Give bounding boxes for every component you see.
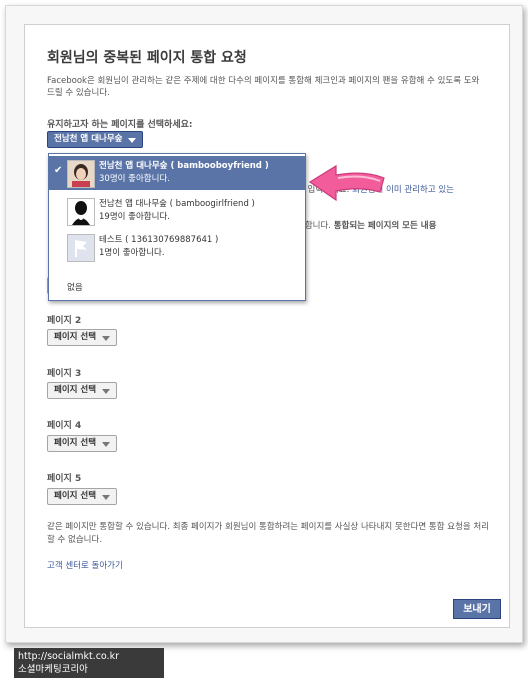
page-5-select[interactable]: 페이지 선택 xyxy=(47,488,118,505)
dropdown-option-likes: 19명이 좋아합니다. xyxy=(99,212,170,222)
page-3-label: 페이지 3 xyxy=(47,369,82,379)
page-5-label: 페이지 5 xyxy=(47,474,82,484)
help-center-link[interactable]: 고객 센터로 돌아가기 xyxy=(47,559,123,571)
annotation-arrow-icon xyxy=(308,164,388,208)
page-5-select-value: 페이지 선택 xyxy=(54,491,97,501)
page-4-label: 페이지 4 xyxy=(47,421,82,431)
watermark-caption: http://socialmkt.co.kr 소셜마케팅코리아 xyxy=(14,648,164,678)
caption-name: 소셜마케팅코리아 xyxy=(18,664,88,675)
profile-photo-icon xyxy=(67,160,95,188)
chevron-down-icon xyxy=(102,389,111,394)
page-3-select-value: 페이지 선택 xyxy=(54,385,97,395)
screenshot-frame: 회원님의 중복된 페이지 통합 요청 Facebook은 회원님이 관리하는 같… xyxy=(5,5,523,643)
dropdown-option-likes: 1명이 좋아합니다. xyxy=(99,248,165,258)
dropdown-option-likes: 30명이 좋아합니다. xyxy=(99,174,170,184)
keep-page-select-value: 전남천 앱 대나무숲 xyxy=(54,134,123,144)
dropdown-option-bamboogirlfriend[interactable]: 전남천 앱 대나무숲 ( bamboogirlfriend ) 19명이 좋아합… xyxy=(49,194,305,228)
dropdown-option-test[interactable]: 테스트 ( 136130769887641 ) 1명이 좋아합니다. xyxy=(49,230,305,264)
keep-page-label: 유지하고자 하는 페이지를 선택하세요: xyxy=(47,120,193,130)
checkmark-icon: ✔ xyxy=(54,165,63,176)
dropdown-option-name: 전남천 앱 대나무숲 ( bambooboyfriend ) xyxy=(99,161,269,171)
merge-dialog: 회원님의 중복된 페이지 통합 요청 Facebook은 회원님이 관리하는 같… xyxy=(24,24,510,628)
page-4-select[interactable]: 페이지 선택 xyxy=(47,435,118,452)
page-2-select[interactable]: 페이지 선택 xyxy=(47,329,118,346)
page-2-label: 페이지 2 xyxy=(47,316,82,326)
chevron-down-icon xyxy=(102,442,111,447)
dialog-title: 회원님의 중복된 페이지 통합 요청 xyxy=(47,50,247,66)
covered-warning-text: 통합니다. 통합되는 페이지의 모든 내용 xyxy=(297,221,437,231)
merge-note: 같은 페이지만 통합할 수 있습니다. 최종 페이지가 회원님이 통합하려는 페… xyxy=(47,522,490,545)
chevron-down-icon xyxy=(102,495,111,500)
default-flag-icon xyxy=(67,234,95,262)
dropdown-option-none[interactable]: 없음 xyxy=(67,281,83,293)
dropdown-option-name: 테스트 ( 136130769887641 ) xyxy=(99,235,219,245)
page-dropdown-menu: ✔ 전남천 앱 대나무숲 ( bambooboyfriend ) 30명이 좋아… xyxy=(48,153,306,301)
dialog-description: Facebook은 회원님이 관리하는 같은 주제에 대한 다수의 페이지를 통… xyxy=(47,76,480,98)
chevron-down-icon xyxy=(128,138,137,143)
send-button[interactable]: 보내기 xyxy=(453,599,501,619)
dropdown-option-name: 전남천 앱 대나무숲 ( bamboogirlfriend ) xyxy=(99,199,255,209)
page-3-select[interactable]: 페이지 선택 xyxy=(47,382,118,399)
chevron-down-icon xyxy=(102,336,111,341)
page-4-select-value: 페이지 선택 xyxy=(54,438,97,448)
silhouette-photo-icon xyxy=(67,198,95,226)
dropdown-option-bambooboyfriend[interactable]: ✔ 전남천 앱 대나무숲 ( bambooboyfriend ) 30명이 좋아… xyxy=(49,156,305,190)
caption-url: http://socialmkt.co.kr xyxy=(18,651,119,662)
page-2-select-value: 페이지 선택 xyxy=(54,332,97,342)
keep-page-select[interactable]: 전남천 앱 대나무숲 xyxy=(47,131,144,148)
